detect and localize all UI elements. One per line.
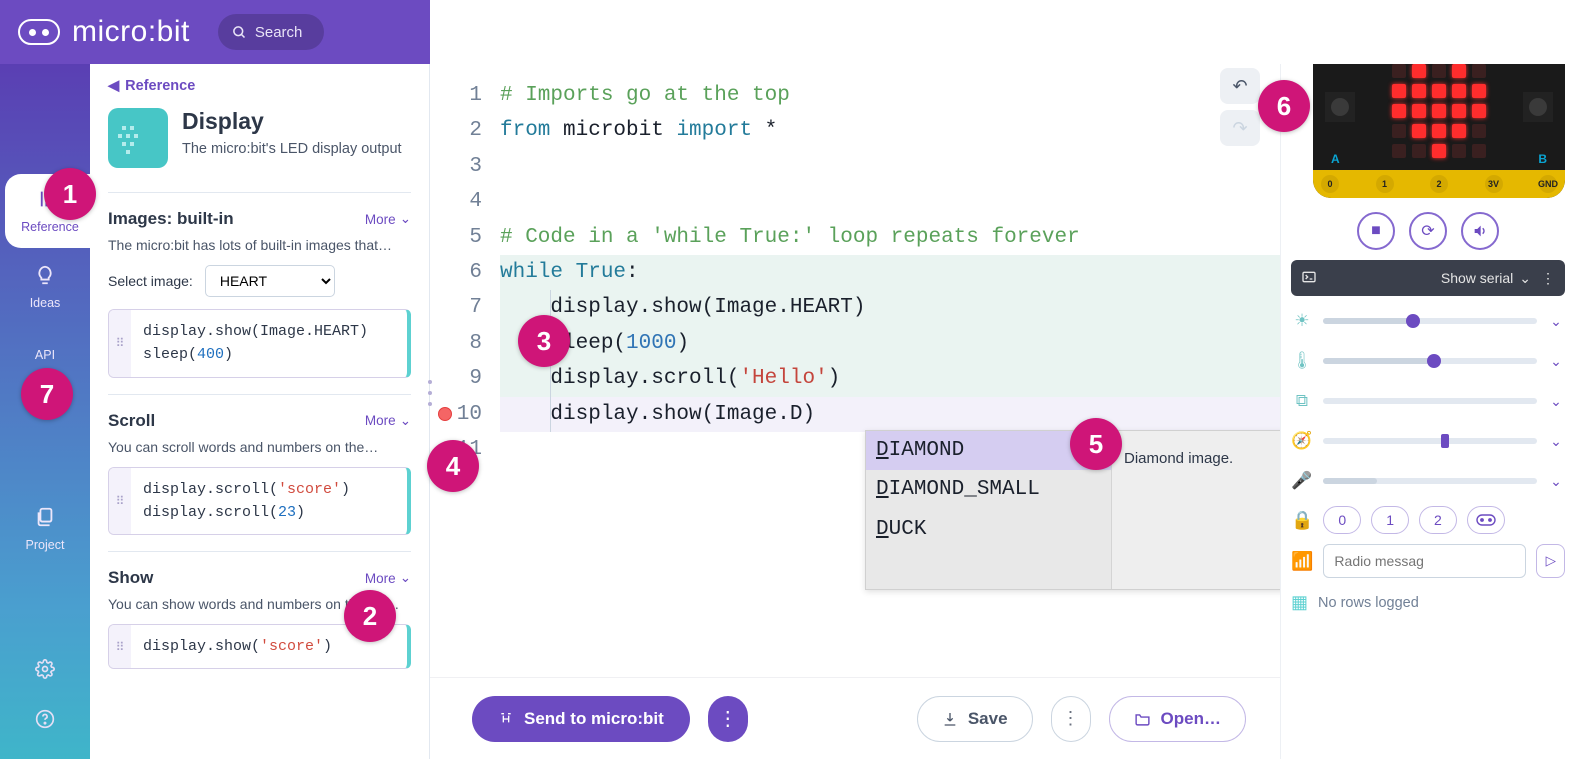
chevron-down-icon[interactable]: ⌄ [1547,353,1565,370]
chevron-down-icon: ⌄ [400,211,411,227]
sim-button-a[interactable] [1325,92,1355,122]
ref-section-images: Images: built-in More ⌄ The micro:bit ha… [108,192,411,394]
settings-icon[interactable] [0,647,90,697]
reference-panel: ◀ Reference Display The micro:bit's LED … [90,0,430,759]
drag-handle-icon[interactable]: ⠿ [109,625,131,668]
autocomplete-doc: Diamond image. [1111,431,1280,589]
topic-thumbnail [108,108,168,168]
autocomplete-item[interactable]: DIAMOND_SMALL [866,470,1111,509]
nav-ideas[interactable]: Ideas [0,248,90,318]
chevron-down-icon[interactable]: ⌄ [1547,473,1565,490]
section-more-button[interactable]: More ⌄ [365,570,411,586]
sound-sensor-row[interactable]: 🎤 ⌄ [1291,466,1565,496]
section-more-button[interactable]: More ⌄ [365,413,411,429]
code-snippet-card[interactable]: ⠿ display.scroll('score') display.scroll… [108,467,411,536]
annotation-bubble-6: 6 [1258,80,1310,132]
section-title: Show [108,568,153,588]
topic-title: Display [182,108,402,135]
table-icon: ▦ [1291,592,1308,613]
radio-icon: 📶 [1291,551,1313,572]
drag-handle-icon[interactable]: ⠿ [109,468,131,535]
topic-subtitle: The micro:bit's LED display output [182,139,402,160]
reference-back-button[interactable]: ◀ Reference [108,78,195,94]
section-title: Scroll [108,411,155,431]
annotation-bubble-7: 7 [21,368,73,420]
image-select[interactable]: HEART [205,265,335,297]
sim-mute-button[interactable] [1461,212,1499,250]
data-log-row[interactable]: ▦ No rows logged [1291,588,1565,613]
chevron-down-icon[interactable]: ⌄ [1547,313,1565,330]
send-options-button[interactable]: ⋮ [708,696,748,742]
radio-row: 📶 ▷ [1291,544,1565,578]
pin-1-chip[interactable]: 1 [1371,506,1409,534]
annotation-bubble-3: 3 [518,315,570,367]
thermometer-icon: 🌡 [1291,351,1313,371]
files-icon [0,506,90,534]
ref-section-scroll: Scroll More ⌄ You can scroll words and n… [108,394,411,552]
chevron-down-icon: ⌄ [400,570,411,586]
search-button[interactable]: Search [218,14,325,50]
temp-sensor-row[interactable]: 🌡 ⌄ [1291,346,1565,376]
compass-icon: 🧭 [1291,431,1313,451]
annotation-bubble-1: 1 [44,168,96,220]
sim-button-b[interactable] [1523,92,1553,122]
sim-stop-button[interactable]: ■ [1357,212,1395,250]
autocomplete-item[interactable]: DUCK [866,510,1111,549]
accelerometer-icon: ⧉ [1291,391,1313,411]
annotation-bubble-4: 4 [427,440,479,492]
chevron-left-icon: ◀ [108,78,119,94]
brand-logo: micro:bit [0,15,190,49]
radio-send-button[interactable]: ▷ [1536,544,1565,578]
editor: ↶ ↷ 1234567891011 # Imports go at the to… [430,0,1280,759]
show-serial-button[interactable]: Show serial ⌄ [1441,270,1531,287]
drag-handle-icon[interactable]: ⠿ [109,310,131,377]
chevron-down-icon[interactable]: ⌄ [1547,393,1565,410]
section-desc: The micro:bit has lots of built-in image… [108,237,411,253]
accel-sensor-row[interactable]: ⧉ ⌄ [1291,386,1565,416]
send-to-microbit-button[interactable]: Send to micro:bit [472,696,690,742]
help-icon[interactable] [0,697,90,747]
microphone-icon: 🎤 [1291,471,1313,491]
light-sensor-row[interactable]: ☀ ⌄ [1291,306,1565,336]
annotation-bubble-5: 5 [1070,418,1122,470]
chevron-down-icon: ⌄ [400,413,411,429]
sun-icon: ☀ [1291,311,1313,331]
save-options-button[interactable]: ⋮ [1051,696,1091,742]
pin-2-chip[interactable]: 2 [1419,506,1457,534]
chevron-down-icon[interactable]: ⌄ [1547,433,1565,450]
serial-menu-button[interactable]: ⋮ [1541,270,1555,287]
lock-icon: 🔒 [1291,510,1313,531]
serial-icon [1301,269,1317,288]
simulator-panel: ⇥ AB 0123VGND ■ ⟳ Show serial ⌄ ⋮ [1280,0,1575,759]
error-indicator-icon[interactable] [438,407,452,421]
nav-api[interactable]: API [0,318,90,370]
serial-bar: Show serial ⌄ ⋮ [1291,260,1565,296]
annotation-bubble-2: 2 [344,590,396,642]
section-desc: You can scroll words and numbers on the… [108,439,411,455]
section-more-button[interactable]: More ⌄ [365,211,411,227]
code-snippet-card[interactable]: ⠿ display.show(Image.HEART) sleep(400) [108,309,411,378]
save-button[interactable]: Save [917,696,1033,742]
nav-project[interactable]: Project [0,490,90,560]
pin-logo-chip[interactable] [1467,506,1505,534]
pin-0-chip[interactable]: 0 [1323,506,1361,534]
sim-reset-button[interactable]: ⟳ [1409,212,1447,250]
select-image-label: Select image: [108,273,193,289]
open-button[interactable]: Open… [1109,696,1246,742]
section-title: Images: built-in [108,209,234,229]
compass-sensor-row[interactable]: 🧭 ⌄ [1291,426,1565,456]
pins-row: 🔒 0 1 2 [1291,506,1565,534]
radio-message-input[interactable] [1323,544,1526,578]
panel-splitter[interactable] [428,380,438,406]
bulb-icon [0,264,90,292]
